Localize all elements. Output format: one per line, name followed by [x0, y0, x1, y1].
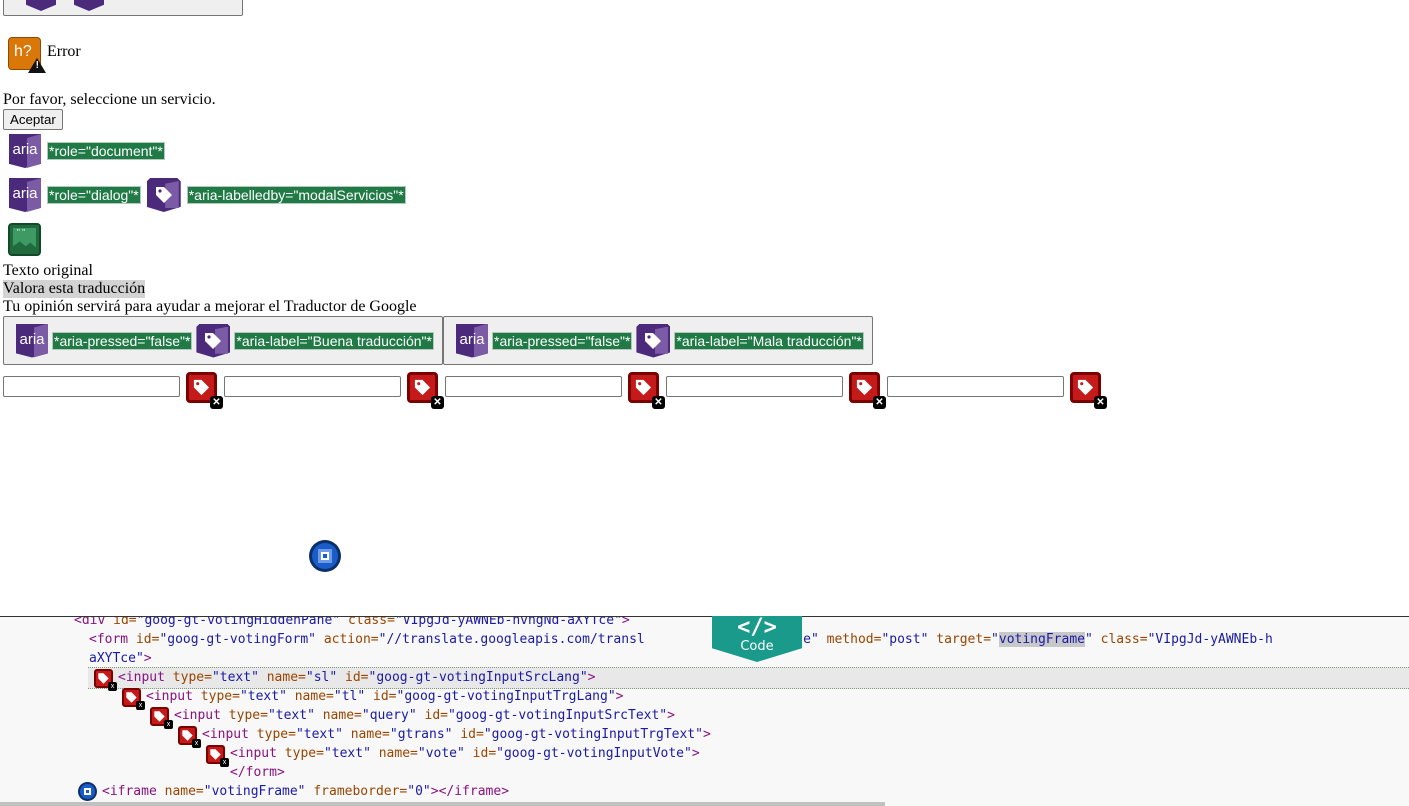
aria-badge-icon: aria [9, 134, 41, 168]
close-icon: ✕ [873, 396, 886, 409]
aria-pressed-label: *aria-pressed="false"* [492, 331, 633, 350]
aria-role-document-annotation: aria *role="document"* [9, 134, 165, 168]
missing-label-icon: x [150, 707, 173, 729]
code-line[interactable]: <input type="text" name="tl" id="goog-gt… [146, 687, 623, 706]
label-tag-icon [636, 323, 671, 358]
voting-input-src-lang[interactable] [3, 376, 180, 397]
missing-label-icon: ✕ [849, 372, 886, 409]
aria-label-label: *aria-label="Mala traducción"* [674, 331, 864, 350]
code-icon: </> [737, 615, 777, 640]
missing-label-icon: x [206, 745, 229, 767]
voting-input-trg-lang[interactable] [224, 376, 401, 397]
aria-badge-icon [74, 0, 104, 11]
error-message: Por favor, seleccione un servicio. [3, 91, 216, 108]
aria-badge-icon: aria [456, 323, 488, 358]
iframe-icon [78, 782, 97, 801]
role-document-label: *role="document"* [47, 142, 165, 160]
missing-label-icon: x [94, 669, 117, 691]
code-line: <form id="goog-gt-votingForm" action="//… [89, 632, 1273, 647]
code-line[interactable]: <input type="text" name="sl" id="goog-gt… [118, 668, 595, 687]
code-line[interactable]: <iframe name="votingFrame" frameborder="… [102, 782, 509, 801]
iframe-icon [309, 540, 341, 572]
code-pane: <div id="goog-gt-votingHiddenPane" class… [0, 616, 1409, 806]
help-warning-icon: h? ! [8, 37, 46, 73]
code-line: aXYTce"> [89, 651, 152, 666]
missing-label-icon: ✕ [628, 372, 665, 409]
voting-input-src-text[interactable] [445, 376, 622, 397]
label-tag-icon [196, 323, 231, 358]
role-dialog-label: *role="dialog"* [47, 186, 141, 204]
aria-pressed-label: *aria-pressed="false"* [52, 331, 193, 350]
cutoff-button-group [3, 0, 243, 16]
missing-label-icon: ✕ [186, 372, 223, 409]
feedback-note: Tu opinión servirá para ayudar a mejorar… [3, 298, 417, 315]
bad-translation-button[interactable]: aria *aria-pressed="false"* *aria-label=… [443, 316, 873, 365]
missing-label-icon: ✕ [1070, 372, 1107, 409]
close-icon: ✕ [210, 396, 223, 409]
accept-button[interactable]: Aceptar [3, 109, 63, 130]
code-line: </form> [230, 765, 285, 780]
aria-badge-icon [26, 0, 56, 11]
voting-input-trg-text[interactable] [666, 376, 843, 397]
aria-labelledby-label: *aria-labelledby="modalServicios"* [186, 186, 406, 204]
aria-badge-icon: aria [16, 323, 48, 358]
label-tag-icon [146, 178, 181, 212]
code-line[interactable]: <input type="text" name="query" id="goog… [174, 706, 675, 725]
error-title: Error [47, 43, 81, 60]
missing-label-icon: x [178, 726, 201, 748]
code-line[interactable]: <input type="text" name="vote" id="goog-… [230, 744, 700, 763]
aria-label-label: *aria-label="Buena traducción"* [234, 331, 434, 350]
code-line[interactable]: <input type="text" name="gtrans" id="goo… [202, 725, 711, 744]
voting-input-vote[interactable] [887, 376, 1064, 397]
missing-label-icon: ✕ [407, 372, 444, 409]
close-icon: ✕ [1094, 396, 1107, 409]
code-line: <div id="goog-gt-votingHiddenPane" class… [74, 616, 630, 628]
aria-role-dialog-annotation: aria *role="dialog"* *aria-labelledby="m… [9, 178, 406, 212]
horizontal-scrollbar[interactable] [0, 802, 885, 806]
original-text-label: Texto original [3, 262, 93, 279]
close-icon: ✕ [431, 396, 444, 409]
missing-label-icon: x [122, 688, 145, 710]
aria-badge-icon: aria [9, 178, 41, 212]
good-translation-button[interactable]: aria *aria-pressed="false"* *aria-label=… [3, 316, 443, 365]
image-icon: " " [8, 223, 41, 256]
close-icon: ✕ [652, 396, 665, 409]
rate-translation-label: Valora esta traducción [3, 280, 146, 298]
